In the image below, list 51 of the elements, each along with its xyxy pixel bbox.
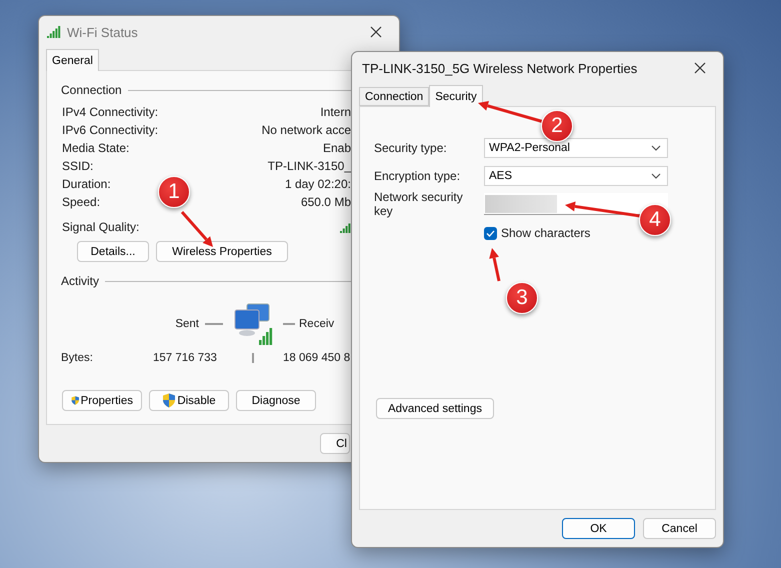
info-value: TP-LINK-3150_ [268,159,351,173]
dropdown[interactable]: AES [484,166,668,186]
bytes-label: Bytes: [61,352,93,364]
tab[interactable]: General [46,49,99,71]
info-label: Speed: [62,195,100,209]
close-icon [370,26,382,38]
chevron-down-icon [651,145,661,151]
info-label: Signal Quality: [62,220,140,234]
info-value: No network acce [262,123,351,137]
dialog-button[interactable]: Disable [149,390,229,411]
blurred-key [485,195,557,213]
dialog-button[interactable]: OK [562,518,635,539]
group-title: Connection [61,83,122,97]
info-label: IPv6 Connectivity: [62,123,158,137]
info-label: Duration: [62,177,111,191]
info-value: Intern [320,105,351,119]
close-button[interactable]: Cl [320,433,350,454]
dialog-button[interactable]: Wireless Properties [156,241,288,262]
received-label: Receiv [299,318,334,330]
annotation-arrow [489,248,500,282]
field-label: Network security key [374,190,464,218]
tab[interactable]: Connection [359,87,430,106]
field-label: Security type: [374,141,448,155]
info-value: 650.0 Mb [300,195,351,209]
info-label: Media State: [62,141,130,155]
info-value: 1 day 02:20: [284,177,351,191]
dialog-button[interactable]: Diagnose [236,390,316,411]
advanced-settings-button[interactable]: Advanced settings [376,398,494,419]
info-label: SSID: [62,159,94,173]
checkmark-icon [486,230,495,236]
shield-icon [162,393,176,408]
close-icon [694,62,706,74]
dialog-button[interactable]: Cancel [643,518,716,539]
bytes-sent: 157 716 733 [153,352,217,364]
sent-label: Sent [175,318,199,330]
dialog-button[interactable]: Details... [77,241,149,262]
annotation-arrow [478,100,544,124]
chevron-down-icon [651,173,661,179]
field-label: Encryption type: [374,169,462,183]
group-title: Activity [61,274,100,288]
annotation-arrow [180,211,213,247]
info-label: IPv4 Connectivity: [62,105,158,119]
tab[interactable]: Security [429,85,483,107]
dropdown[interactable]: WPA2-Personal [484,138,668,158]
window-title: Wi-Fi Status [67,24,139,40]
dialog-button[interactable]: Properties [62,390,142,411]
shield-icon [71,393,80,408]
window-title: TP-LINK-3150_5G Wireless Network Properties [362,60,638,76]
info-value: Enab [322,141,351,155]
bytes-received: 18 069 450 8 [283,352,350,364]
wifi-signal-icon [47,26,61,38]
